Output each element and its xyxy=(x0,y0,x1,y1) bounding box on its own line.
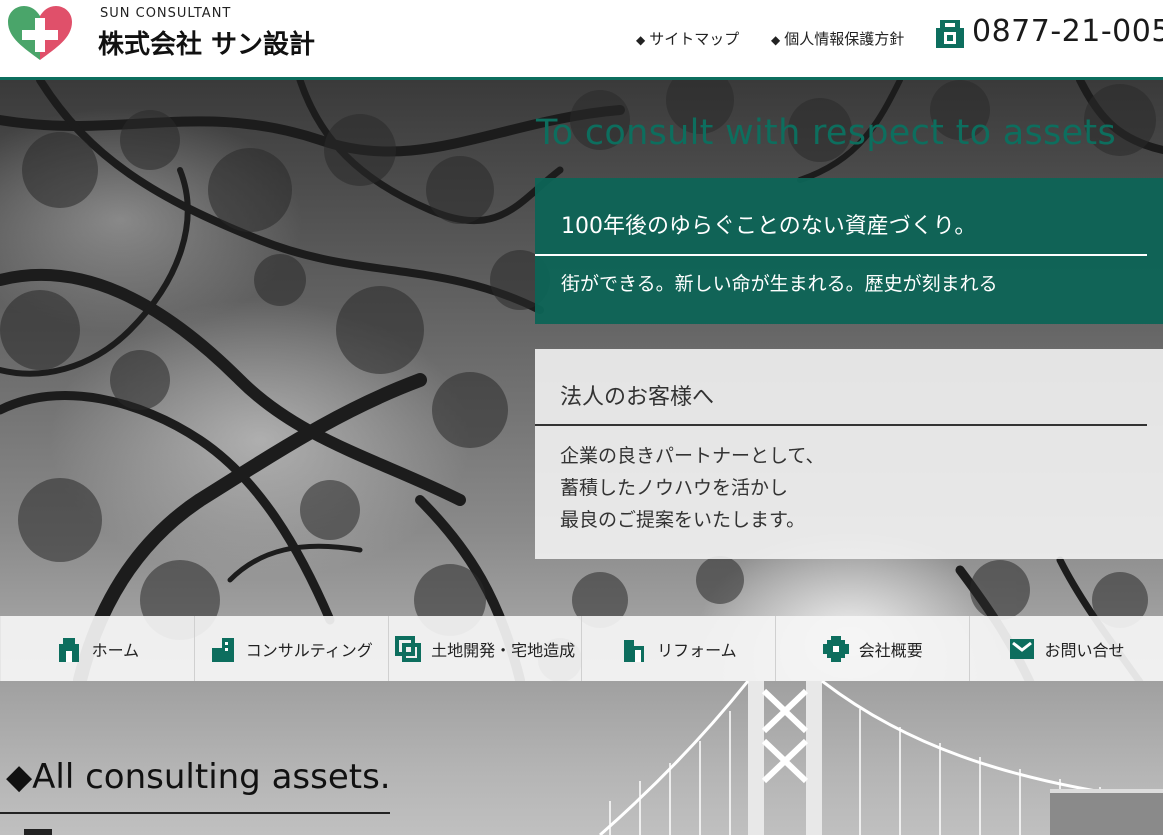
phone-icon xyxy=(936,20,964,48)
nav-item-land-development[interactable]: 土地開発・宅地造成 xyxy=(387,616,582,681)
phone-number[interactable]: 0877-21-005 xyxy=(972,14,1163,49)
company-name-jp[interactable]: 株式会社 サン設計 xyxy=(98,24,315,61)
corporate-clients-title: 法人のお客様へ xyxy=(560,385,715,410)
consulting-section: ◆All consulting assets. xyxy=(0,681,1163,835)
hero-tagline: To consult with respect to assets xyxy=(536,113,1116,153)
nav-item-label: リフォーム xyxy=(657,640,737,660)
sitemap-link[interactable]: ◆ サイトマップ xyxy=(636,28,739,49)
company-icon xyxy=(822,635,849,662)
divider xyxy=(535,254,1147,256)
land-icon xyxy=(395,635,422,662)
nav-item-label: 土地開発・宅地造成 xyxy=(431,640,576,660)
nav-item-label: 会社概要 xyxy=(858,640,923,660)
home-icon xyxy=(58,637,79,662)
hero-section: To consult with respect to assets 100年後の… xyxy=(0,80,1163,682)
section-title: ◆All consulting assets. xyxy=(6,757,391,797)
nav-item-label: コンサルティング xyxy=(245,640,373,660)
nav-item-consulting[interactable]: コンサルティング xyxy=(193,616,388,681)
privacy-policy-link-label: 個人情報保護方針 xyxy=(784,30,905,48)
hero-headline: 100年後のゆらぐことのない資産づくり。 xyxy=(561,214,977,239)
house-icon xyxy=(624,639,645,662)
buildings-icon xyxy=(211,637,234,662)
company-name-en: SUN CONSULTANT xyxy=(100,6,232,21)
sitemap-link-label: サイトマップ xyxy=(649,30,740,48)
mail-icon xyxy=(1009,638,1034,659)
nav-item-label: お問い合せ xyxy=(1044,640,1125,660)
nav-item-home[interactable]: ホーム xyxy=(0,616,194,681)
main-nav: ホーム コンサルティング 土地開発・宅地造成 リフォーム 会社概要 お問い合せ xyxy=(0,616,1163,681)
site-header: SUN CONSULTANT 株式会社 サン設計 ◆ サイトマップ ◆ 個人情報保護… xyxy=(0,0,1163,80)
corporate-text-line: 蓄積したノウハウを活かし xyxy=(560,477,789,499)
corporate-text-line: 最良のご提案をいたします。 xyxy=(560,509,806,531)
diamond-bullet-icon: ◆ xyxy=(771,33,781,47)
diamond-bullet-icon: ◆ xyxy=(636,33,646,47)
nav-item-contact[interactable]: お問い合せ xyxy=(969,616,1163,681)
nav-item-reform[interactable]: リフォーム xyxy=(581,616,775,681)
hero-subline: 街ができる。新しい命が生まれる。歴史が刻まれる xyxy=(561,273,998,295)
nav-item-company[interactable]: 会社概要 xyxy=(775,616,969,681)
corporate-text-line: 企業の良きパートナーとして、 xyxy=(560,445,825,467)
divider xyxy=(535,424,1147,426)
nav-item-label: ホーム xyxy=(91,640,140,660)
privacy-policy-link[interactable]: ◆ 個人情報保護方針 xyxy=(771,28,904,49)
corporate-clients-box[interactable]: 法人のお客様へ 企業の良きパートナーとして、 蓄積したノウハウを活かし 最良のご… xyxy=(535,349,1163,559)
hero-message-box: 100年後のゆらぐことのない資産づくり。 街ができる。新しい命が生まれる。歴史が… xyxy=(535,178,1163,324)
divider xyxy=(0,812,390,814)
logo-icon[interactable] xyxy=(4,4,76,62)
list-marker-icon xyxy=(24,829,52,835)
